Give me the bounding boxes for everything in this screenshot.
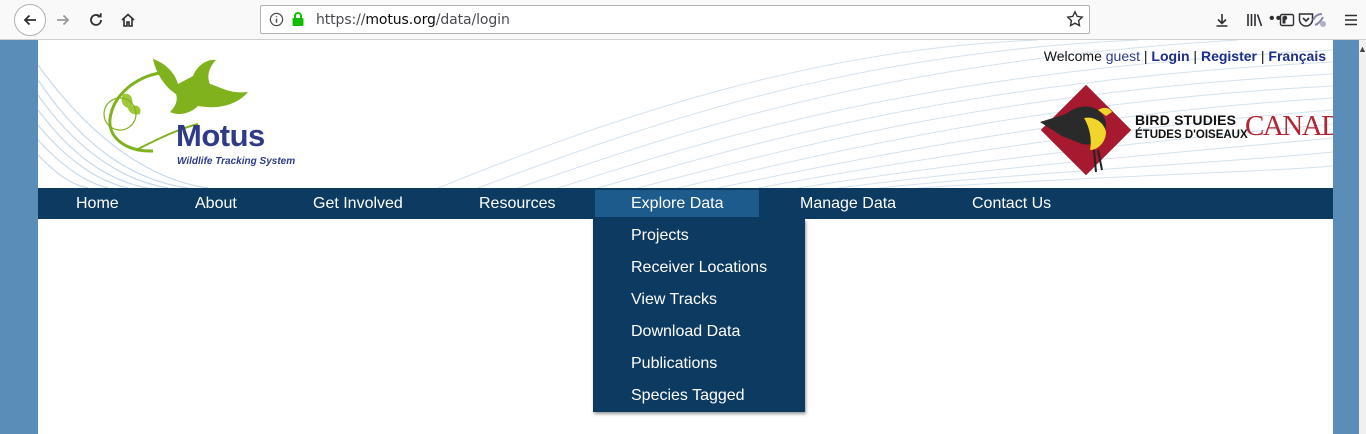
bookmark-star-icon[interactable]: [1066, 10, 1084, 33]
home-icon: [121, 13, 135, 27]
scrollbar[interactable]: [1359, 40, 1366, 434]
welcome-label: Welcome: [1043, 48, 1102, 64]
user-welcome-bar: Welcome guest | Login | Register | Franç…: [1043, 48, 1326, 64]
bsc-title-fr: ÉTUDES D'OISEAUX: [1135, 129, 1248, 141]
reload-button[interactable]: [81, 5, 111, 35]
nav-about[interactable]: About: [195, 188, 237, 219]
url-bar[interactable]: https://motus.org/data/login •••: [260, 5, 1314, 34]
info-icon[interactable]: [269, 12, 284, 32]
extension-button[interactable]: [1304, 5, 1334, 35]
main-nav: Home About Get Involved Resources Explor…: [38, 188, 1333, 219]
nav-explore-data[interactable]: Explore Data: [595, 190, 759, 217]
forward-button[interactable]: [48, 5, 78, 35]
dropdown-item-publications[interactable]: Publications: [631, 355, 717, 373]
lock-icon[interactable]: [291, 11, 305, 32]
browser-toolbar: https://motus.org/data/login •••: [0, 0, 1366, 40]
arrow-right-icon: [57, 14, 70, 26]
login-link[interactable]: Login: [1151, 48, 1189, 64]
language-link[interactable]: Français: [1268, 48, 1326, 64]
library-button[interactable]: [1240, 5, 1270, 35]
reload-icon: [90, 13, 102, 26]
sidebar-button[interactable]: [1272, 5, 1302, 35]
bsc-title-canada: CANADA: [1245, 110, 1333, 142]
nav-get-involved[interactable]: Get Involved: [313, 188, 403, 219]
nav-manage-data[interactable]: Manage Data: [800, 188, 896, 219]
menu-button[interactable]: [1336, 5, 1366, 35]
motus-logo-title[interactable]: Motus: [176, 118, 265, 154]
nav-home[interactable]: Home: [76, 188, 119, 219]
nav-contact-us[interactable]: Contact Us: [972, 188, 1051, 219]
download-icon: [1216, 14, 1228, 27]
extension-icon: [1312, 13, 1326, 27]
site-header: Welcome guest | Login | Register | Franç…: [38, 40, 1333, 188]
register-link[interactable]: Register: [1201, 48, 1257, 64]
dropdown-item-view-tracks[interactable]: View Tracks: [631, 291, 717, 309]
sidebar-icon: [1279, 13, 1295, 27]
scroll-up-icon[interactable]: ▲: [1358, 44, 1366, 54]
library-icon: [1247, 14, 1263, 27]
dropdown-item-projects[interactable]: Projects: [631, 227, 689, 245]
nav-resources[interactable]: Resources: [479, 188, 555, 219]
bsc-title-en: BIRD STUDIES: [1135, 112, 1237, 128]
downloads-button[interactable]: [1207, 5, 1237, 35]
url-text[interactable]: https://motus.org/data/login: [316, 12, 510, 28]
dropdown-item-receiver-locations[interactable]: Receiver Locations: [631, 259, 767, 277]
dropdown-item-species-tagged[interactable]: Species Tagged: [631, 387, 745, 405]
home-button[interactable]: [113, 5, 143, 35]
back-button[interactable]: [14, 4, 46, 36]
page-side-left: [0, 40, 38, 434]
arrow-left-icon: [23, 14, 36, 26]
bird-studies-canada-logo[interactable]: [1032, 76, 1142, 186]
explore-data-dropdown: Projects Receiver Locations View Tracks …: [593, 219, 805, 412]
dropdown-item-download-data[interactable]: Download Data: [631, 323, 740, 341]
hamburger-menu-icon: [1345, 14, 1357, 26]
motus-logo-subtitle: Wildlife Tracking System: [177, 156, 296, 167]
username: guest: [1105, 48, 1140, 64]
